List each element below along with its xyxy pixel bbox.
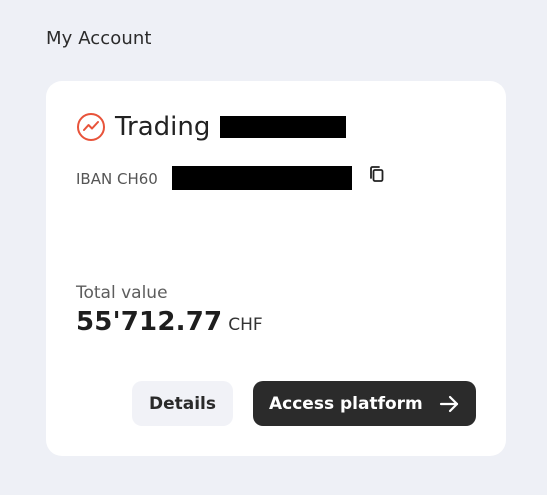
redacted-iban [172,166,352,190]
account-card: Trading IBAN CH60 Total value 55'712.77 … [46,81,506,456]
access-platform-button[interactable]: Access platform [253,381,476,426]
total-amount: 55'712.77 [76,307,223,337]
total-value: 55'712.77 CHF [76,307,263,337]
trend-chart-icon [76,112,106,142]
arrow-right-icon [438,393,460,415]
copy-icon [368,165,386,189]
currency-code: CHF [228,315,263,335]
total-value-label: Total value [76,283,168,303]
redacted-account-name [220,116,346,138]
account-name: Trading [115,112,211,142]
access-platform-button-label: Access platform [269,393,423,414]
section-title: My Account [46,28,152,49]
details-button[interactable]: Details [132,381,233,426]
account-header: Trading [76,110,210,144]
details-button-label: Details [148,393,216,414]
iban-text: IBAN CH60 [76,170,158,188]
copy-iban-button[interactable] [366,166,388,188]
